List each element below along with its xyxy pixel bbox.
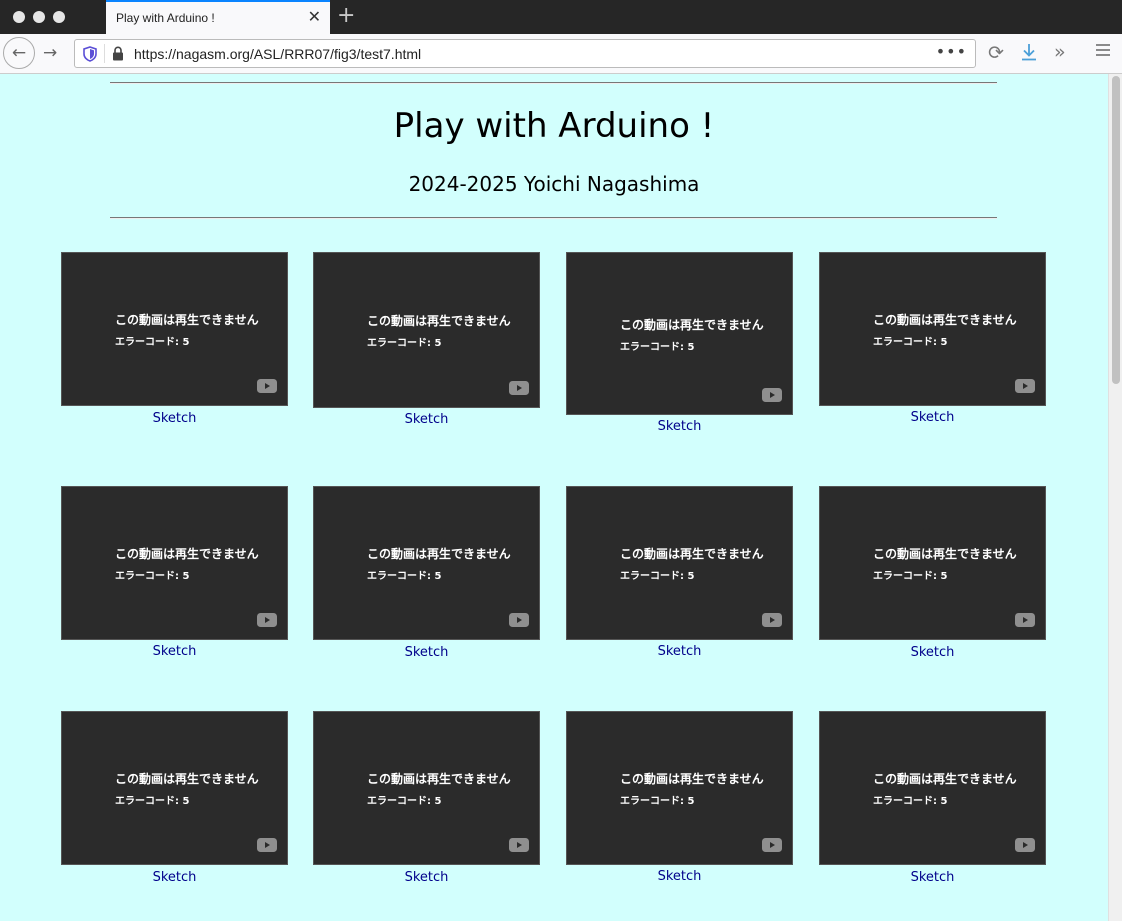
video-error-message: この動画は再生できません — [873, 547, 1017, 561]
video-player[interactable]: この動画は再生できません エラーコード: 5 — [313, 486, 540, 640]
sketch-link[interactable]: Sketch — [819, 410, 1046, 425]
youtube-logo-icon[interactable] — [762, 613, 782, 627]
video-player[interactable]: この動画は再生できません エラーコード: 5 — [313, 711, 540, 865]
tab-title: Play with Arduino ! — [116, 11, 215, 25]
youtube-logo-icon[interactable] — [509, 613, 529, 627]
sketch-link[interactable]: Sketch — [61, 411, 288, 426]
page-subtitle: 2024-2025 Yoichi Nagashima — [408, 172, 700, 196]
video-player[interactable]: この動画は再生できません エラーコード: 5 — [313, 252, 540, 408]
video-player[interactable]: この動画は再生できません エラーコード: 5 — [61, 486, 288, 640]
video-error-code: エラーコード: 5 — [367, 796, 442, 807]
video-error-code: エラーコード: 5 — [873, 796, 948, 807]
forward-arrow-icon: → — [43, 43, 58, 63]
video-player[interactable]: この動画は再生できません エラーコード: 5 — [61, 252, 288, 406]
youtube-logo-icon[interactable] — [257, 838, 277, 852]
youtube-logo-icon[interactable] — [1015, 613, 1035, 627]
back-arrow-icon: ← — [11, 43, 27, 63]
navigation-toolbar: ← → https://nagasm.org/ASL/RRR07/fig3/te… — [0, 34, 1122, 74]
youtube-logo-icon[interactable] — [509, 381, 529, 395]
video-error-code: エラーコード: 5 — [873, 571, 948, 582]
address-bar[interactable]: https://nagasm.org/ASL/RRR07/fig3/test7.… — [74, 39, 976, 68]
browser-tab-bar: Play with Arduino ! ✕ + — [0, 0, 1122, 34]
page-content: Play with Arduino ! 2024-2025 Yoichi Nag… — [0, 74, 1108, 921]
video-error-message: この動画は再生できません — [873, 772, 1017, 786]
youtube-logo-icon[interactable] — [257, 379, 277, 393]
video-error-message: この動画は再生できません — [620, 547, 764, 561]
youtube-logo-icon[interactable] — [509, 838, 529, 852]
divider-bottom — [110, 217, 997, 219]
tab-close-icon[interactable]: ✕ — [308, 8, 321, 26]
scrollbar-thumb[interactable] — [1112, 76, 1120, 384]
sketch-link[interactable]: Sketch — [566, 869, 793, 884]
url-separator — [104, 44, 105, 63]
sketch-link[interactable]: Sketch — [819, 645, 1046, 660]
page-title: Play with Arduino ! — [393, 106, 715, 146]
youtube-logo-icon[interactable] — [1015, 838, 1035, 852]
video-error-message: この動画は再生できません — [115, 772, 259, 786]
video-error-message: この動画は再生できません — [367, 547, 511, 561]
sketch-link[interactable]: Sketch — [61, 644, 288, 659]
forward-button[interactable]: → — [43, 40, 57, 66]
video-error-code: エラーコード: 5 — [873, 337, 948, 348]
hamburger-menu-icon[interactable] — [1096, 43, 1110, 57]
back-button[interactable]: ← — [3, 37, 35, 69]
divider-top — [110, 82, 997, 84]
video-error-code: エラーコード: 5 — [115, 796, 190, 807]
video-player[interactable]: この動画は再生できません エラーコード: 5 — [819, 252, 1046, 406]
video-error-message: この動画は再生できません — [367, 314, 511, 328]
video-error-message: この動画は再生できません — [873, 313, 1017, 327]
shield-icon[interactable] — [83, 46, 97, 62]
video-player[interactable]: この動画は再生できません エラーコード: 5 — [819, 486, 1046, 640]
sketch-link[interactable]: Sketch — [313, 645, 540, 660]
download-icon[interactable] — [1020, 42, 1038, 62]
lock-icon[interactable] — [112, 46, 124, 61]
youtube-logo-icon[interactable] — [257, 613, 277, 627]
maximize-window-button[interactable] — [53, 11, 65, 23]
url-text[interactable]: https://nagasm.org/ASL/RRR07/fig3/test7.… — [134, 46, 421, 62]
video-error-code: エラーコード: 5 — [367, 338, 442, 349]
youtube-logo-icon[interactable] — [762, 388, 782, 402]
page-actions-icon[interactable]: ••• — [936, 42, 967, 61]
video-player[interactable]: この動画は再生できません エラーコード: 5 — [819, 711, 1046, 865]
browser-tab[interactable]: Play with Arduino ! ✕ — [106, 0, 330, 34]
close-window-button[interactable] — [13, 11, 25, 23]
sketch-link[interactable]: Sketch — [566, 644, 793, 659]
video-error-code: エラーコード: 5 — [620, 796, 695, 807]
video-player[interactable]: この動画は再生できません エラーコード: 5 — [61, 711, 288, 865]
vertical-scrollbar[interactable] — [1108, 74, 1122, 921]
sketch-link[interactable]: Sketch — [61, 870, 288, 885]
video-error-code: エラーコード: 5 — [367, 571, 442, 582]
reload-icon[interactable]: ⟳ — [988, 40, 1004, 66]
video-error-message: この動画は再生できません — [620, 318, 764, 332]
youtube-logo-icon[interactable] — [762, 838, 782, 852]
video-error-message: この動画は再生できません — [367, 772, 511, 786]
video-error-code: エラーコード: 5 — [620, 571, 695, 582]
overflow-icon[interactable]: » — [1054, 39, 1066, 65]
video-player[interactable]: この動画は再生できません エラーコード: 5 — [566, 711, 793, 865]
video-error-code: エラーコード: 5 — [115, 571, 190, 582]
video-player[interactable]: この動画は再生できません エラーコード: 5 — [566, 252, 793, 415]
sketch-link[interactable]: Sketch — [566, 419, 793, 434]
video-player[interactable]: この動画は再生できません エラーコード: 5 — [566, 486, 793, 640]
new-tab-button[interactable]: + — [337, 3, 355, 29]
video-error-message: この動画は再生できません — [115, 547, 259, 561]
video-error-code: エラーコード: 5 — [620, 342, 695, 353]
sketch-link[interactable]: Sketch — [313, 412, 540, 427]
video-error-message: この動画は再生できません — [115, 313, 259, 327]
video-error-message: この動画は再生できません — [620, 772, 764, 786]
sketch-link[interactable]: Sketch — [819, 870, 1046, 885]
video-error-code: エラーコード: 5 — [115, 337, 190, 348]
minimize-window-button[interactable] — [33, 11, 45, 23]
youtube-logo-icon[interactable] — [1015, 379, 1035, 393]
sketch-link[interactable]: Sketch — [313, 870, 540, 885]
